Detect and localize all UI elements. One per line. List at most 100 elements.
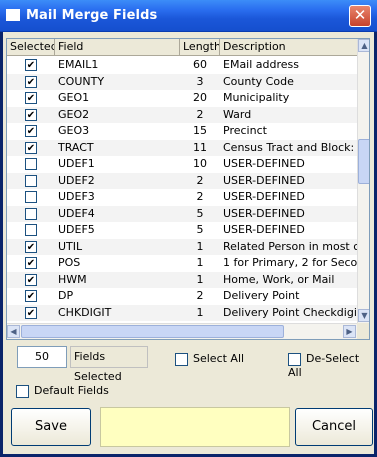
horizontal-scrollbar[interactable]: ◀ ▶	[7, 323, 357, 339]
row-checkbox[interactable]	[25, 273, 37, 286]
selected-cell	[7, 272, 55, 288]
table-row[interactable]: GEO2 2 Ward	[7, 106, 357, 123]
field-cell: DP	[58, 289, 74, 302]
description-cell: Ward	[223, 107, 252, 121]
row-checkbox[interactable]	[25, 59, 37, 71]
table-row[interactable]: GEO3 15 Precinct	[7, 123, 357, 140]
fields-grid[interactable]: Selected Field Length Description EMAIL1…	[6, 38, 370, 340]
length-cell: 1	[196, 305, 204, 319]
field-cell: POS	[58, 256, 81, 269]
description-cell: Delivery Point Checkdigit	[223, 305, 357, 319]
field-cell: EMAIL1	[58, 58, 99, 71]
length-cell: 3	[196, 74, 204, 88]
length-cell: 60	[193, 58, 207, 71]
field-cell: UDEF2	[58, 173, 95, 187]
description-cell: Municipality	[223, 91, 290, 104]
selected-cell	[7, 140, 55, 156]
row-checkbox[interactable]	[25, 306, 37, 319]
row-checkbox[interactable]	[25, 240, 37, 253]
window-icon	[6, 9, 20, 21]
selected-cell	[7, 123, 55, 139]
description-cell: 1 for Primary, 2 for Seconda	[223, 256, 357, 269]
selected-cell	[7, 156, 55, 172]
vertical-scroll-thumb[interactable]	[358, 139, 369, 184]
field-cell: UDEF1	[58, 157, 95, 170]
column-header-field[interactable]: Field	[55, 39, 180, 56]
table-row[interactable]: TRACT 11 Census Tract and Block: 99	[7, 139, 357, 156]
row-checkbox[interactable]	[25, 207, 37, 220]
select-all-label: Select All	[193, 352, 245, 365]
row-checkbox[interactable]	[25, 224, 37, 236]
row-checkbox[interactable]	[25, 257, 37, 269]
selected-cell	[7, 288, 55, 304]
column-header-length[interactable]: Length	[180, 39, 220, 56]
window-title: Mail Merge Fields	[26, 8, 158, 23]
checkbox-icon	[288, 352, 301, 366]
table-row[interactable]: CHKDIGIT 1 Delivery Point Checkdigit	[7, 304, 357, 321]
selected-cell	[7, 90, 55, 106]
table-row[interactable]: GEO1 20 Municipality	[7, 90, 357, 107]
field-cell: UDEF4	[58, 206, 95, 220]
column-header-description[interactable]: Description	[220, 39, 361, 56]
cancel-button[interactable]: Cancel	[295, 408, 373, 446]
table-row[interactable]: UDEF1 10 USER-DEFINED	[7, 156, 357, 173]
length-cell: 5	[196, 223, 204, 236]
scroll-right-arrow-icon[interactable]: ▶	[343, 325, 356, 338]
table-row[interactable]: UDEF3 2 USER-DEFINED	[7, 189, 357, 206]
selected-cell	[7, 239, 55, 255]
deselect-all-checkbox[interactable]: De-Select All	[288, 352, 374, 379]
description-cell: USER-DEFINED	[223, 173, 305, 187]
table-row[interactable]: HWM 1 Home, Work, or Mail	[7, 271, 357, 288]
field-cell: HWM	[58, 272, 87, 286]
description-cell: EMail address	[223, 58, 300, 71]
save-button[interactable]: Save	[11, 408, 91, 446]
length-cell: 5	[196, 206, 204, 220]
row-checkbox[interactable]	[25, 108, 37, 121]
description-cell: USER-DEFINED	[223, 157, 305, 170]
table-row[interactable]: COUNTY 3 County Code	[7, 73, 357, 90]
description-cell: Home, Work, or Mail	[223, 272, 335, 286]
default-fields-checkbox[interactable]: Default Fields	[16, 384, 109, 398]
table-row[interactable]: UDEF2 2 USER-DEFINED	[7, 172, 357, 189]
table-row[interactable]: UDEF4 5 USER-DEFINED	[7, 205, 357, 222]
row-checkbox[interactable]	[25, 290, 37, 302]
row-checkbox[interactable]	[25, 174, 37, 187]
table-row[interactable]: POS 1 1 for Primary, 2 for Seconda	[7, 255, 357, 272]
table-row[interactable]: DP 2 Delivery Point	[7, 288, 357, 305]
checkbox-icon	[175, 352, 188, 366]
field-cell: TRACT	[58, 140, 94, 154]
table-row[interactable]: UDEF5 5 USER-DEFINED	[7, 222, 357, 239]
scroll-left-arrow-icon[interactable]: ◀	[7, 325, 20, 338]
description-cell: Precinct	[223, 124, 267, 137]
description-cell: Census Tract and Block: 99	[223, 140, 357, 154]
table-row[interactable]: UTIL 1 Related Person in most case	[7, 238, 357, 255]
field-cell: UDEF5	[58, 223, 95, 236]
horizontal-scroll-thumb[interactable]	[21, 325, 284, 338]
column-header-selected[interactable]: Selected	[7, 39, 55, 56]
row-checkbox[interactable]	[25, 158, 37, 170]
row-checkbox[interactable]	[25, 141, 37, 154]
fields-selected-count: 50	[17, 346, 67, 368]
selected-cell	[7, 173, 55, 189]
select-all-checkbox[interactable]: Select All	[175, 352, 244, 366]
scroll-up-arrow-icon[interactable]: ▲	[358, 39, 369, 52]
length-cell: 10	[193, 157, 207, 170]
scroll-down-arrow-icon[interactable]: ▼	[358, 309, 369, 322]
vertical-scrollbar[interactable]: ▲ ▼	[357, 39, 369, 323]
description-cell: County Code	[223, 74, 294, 88]
row-checkbox[interactable]	[25, 92, 37, 104]
description-cell: USER-DEFINED	[223, 190, 305, 203]
length-cell: 20	[193, 91, 207, 104]
length-cell: 1	[196, 256, 204, 269]
scroll-corner	[357, 323, 369, 339]
close-button[interactable]: ✕	[349, 5, 371, 27]
row-checkbox[interactable]	[25, 191, 37, 203]
fields-selected-label: Fields Selected	[70, 346, 148, 383]
selected-cell	[7, 189, 55, 205]
row-checkbox[interactable]	[25, 75, 37, 88]
row-checkbox[interactable]	[25, 125, 37, 137]
table-row[interactable]: EMAIL1 60 EMail address	[7, 57, 357, 74]
field-cell: GEO3	[58, 124, 90, 137]
dialog-body: Selected Field Length Description EMAIL1…	[3, 32, 374, 454]
title-bar[interactable]: Mail Merge Fields ✕	[0, 0, 377, 32]
